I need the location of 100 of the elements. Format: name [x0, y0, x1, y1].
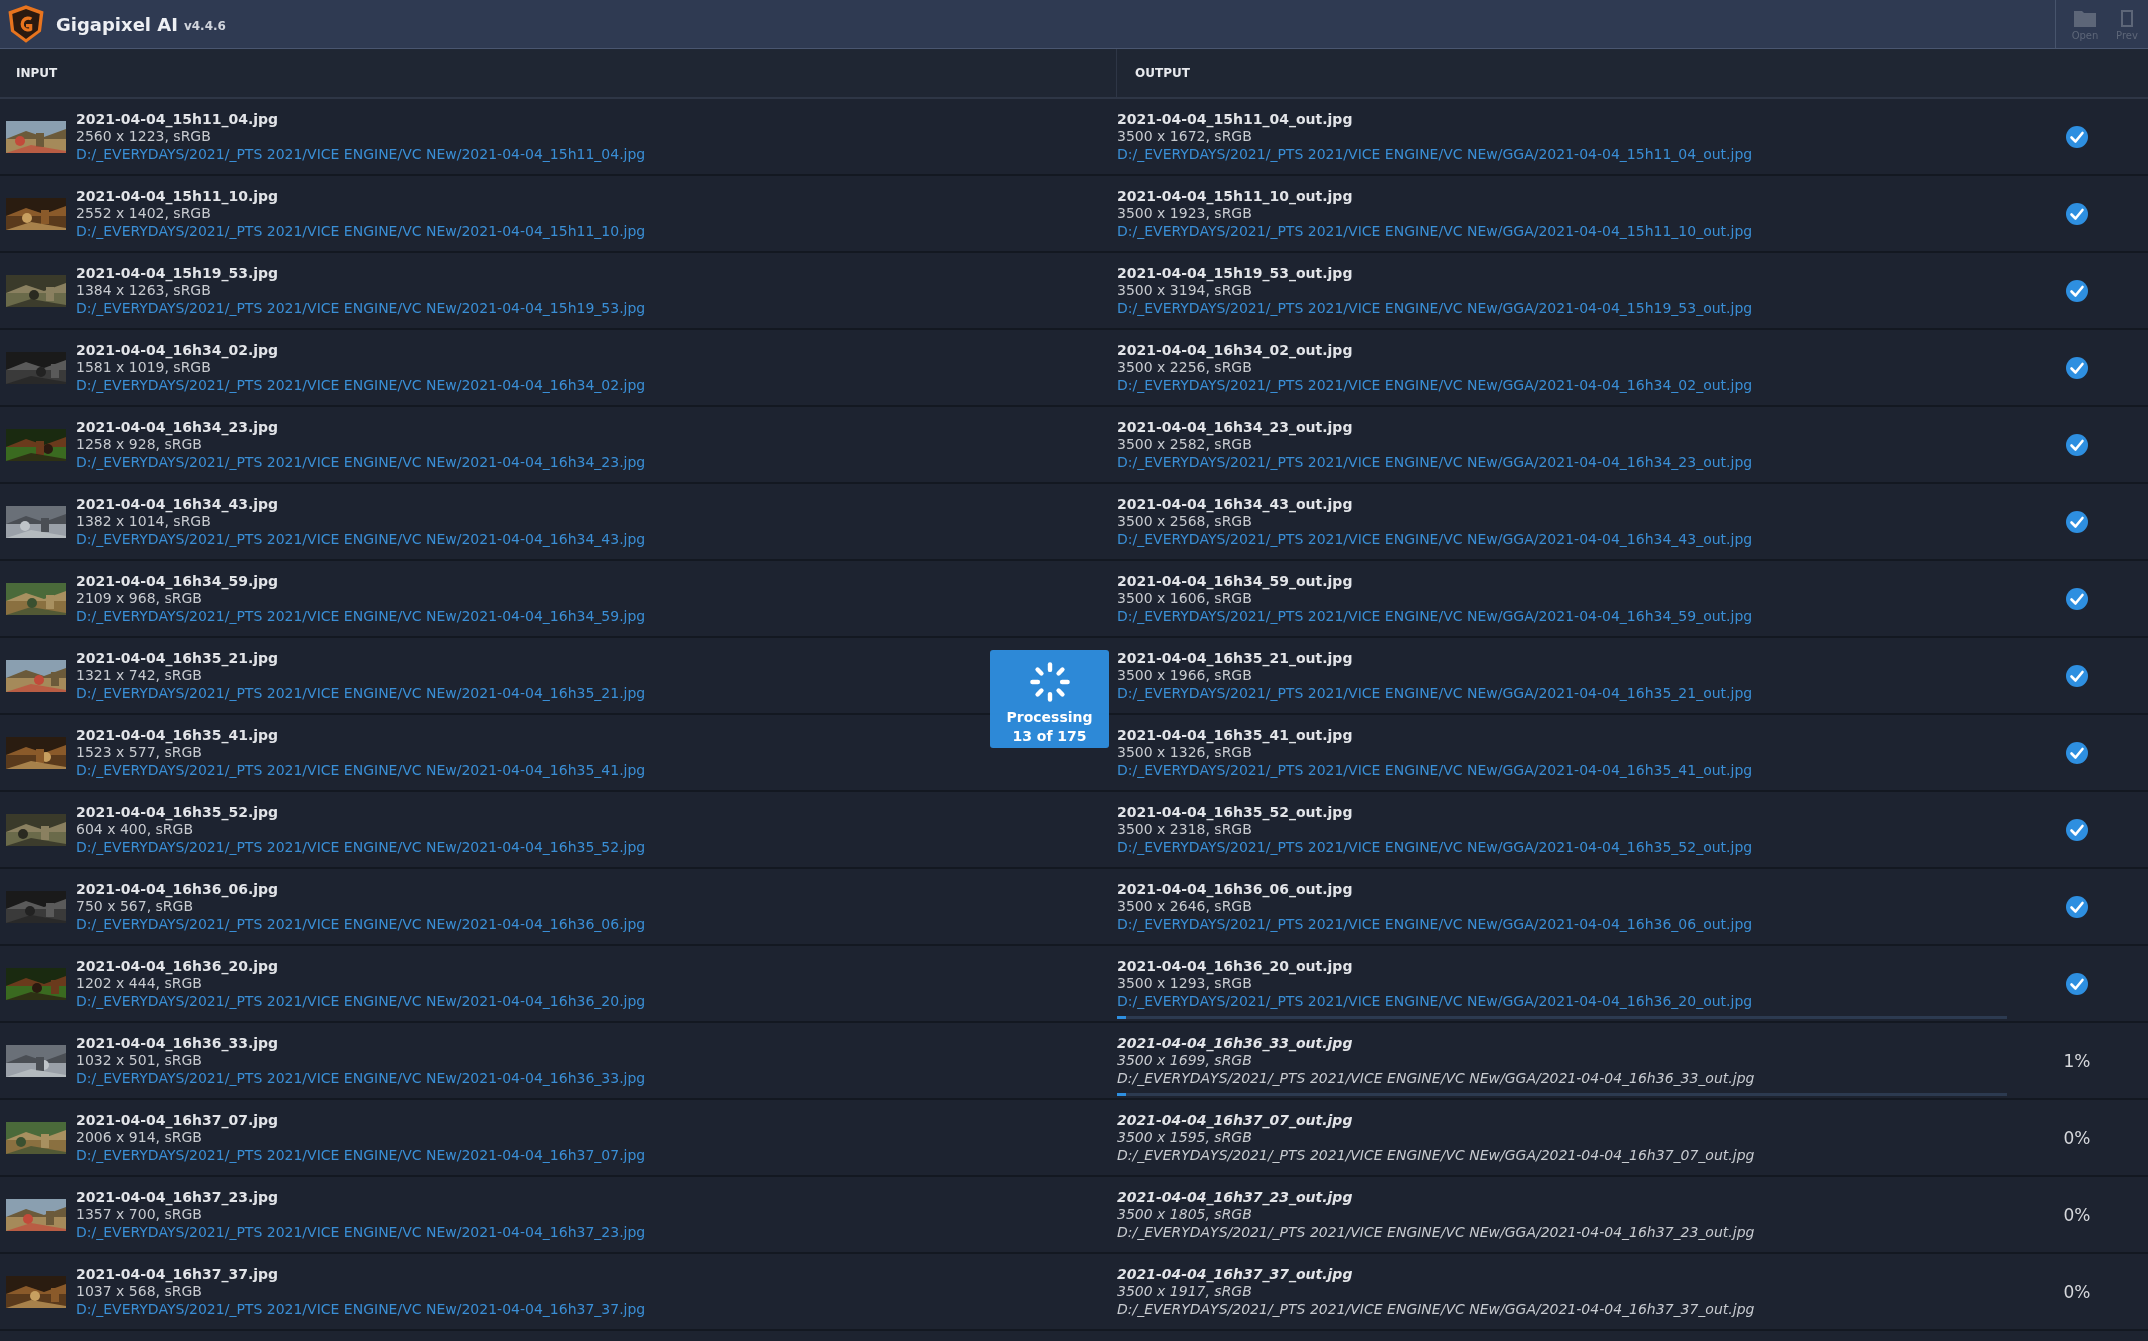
image-info: 2560 x 1223, sRGB	[76, 127, 211, 145]
file-name: 2021-04-04_16h34_23.jpg	[76, 418, 280, 436]
file-name: 2021-04-04_16h36_33.jpg	[76, 1034, 280, 1052]
image-info: 3500 x 2582, sRGB	[1117, 435, 1252, 453]
output-file-name: 2021-04-04_16h37_37_out.jpg	[1117, 1265, 1354, 1283]
image-info: 3500 x 2646, sRGB	[1117, 897, 1252, 915]
output-path-link[interactable]: D:/_EVERYDAYS/2021/_PTS 2021/VICE ENGINE/VC NEw/GGA/2021-04-04_15h11_04_out.jpg	[1117, 144, 2007, 163]
image-info: 750 x 567, sRGB	[76, 897, 193, 915]
image-info: 3500 x 2318, sRGB	[1117, 820, 1252, 838]
output-file-name: 2021-04-04_16h36_33_out.jpg	[1117, 1034, 1354, 1052]
image-info: 2006 x 914, sRGB	[76, 1128, 202, 1146]
output-path-link[interactable]: D:/_EVERYDAYS/2021/_PTS 2021/VICE ENGINE/VC NEw/GGA/2021-04-04_16h37_07_out.jpg	[1117, 1145, 2007, 1164]
output-file-name: 2021-04-04_15h19_53_out.jpg	[1117, 264, 1354, 282]
output-path-link[interactable]: D:/_EVERYDAYS/2021/_PTS 2021/VICE ENGINE/VC NEw/GGA/2021-04-04_16h35_21_out.jpg	[1117, 683, 2007, 702]
image-info: 3500 x 1606, sRGB	[1117, 589, 1252, 607]
file-path-link[interactable]: D:/_EVERYDAYS/2021/_PTS 2021/VICE ENGINE/VC NEw/2021-04-04_16h37_07.jpg	[76, 1145, 646, 1164]
progress-percent: 1%	[2063, 1050, 2091, 1071]
output-path-link[interactable]: D:/_EVERYDAYS/2021/_PTS 2021/VICE ENGINE/VC NEw/GGA/2021-04-04_16h34_43_out.jpg	[1117, 529, 2007, 548]
image-info: 1357 x 700, sRGB	[76, 1205, 202, 1223]
image-info: 1384 x 1263, sRGB	[76, 281, 211, 299]
file-path-link[interactable]: D:/_EVERYDAYS/2021/_PTS 2021/VICE ENGINE/VC NEw/2021-04-04_15h11_10.jpg	[76, 221, 646, 240]
file-name: 2021-04-04_16h35_41.jpg	[76, 726, 280, 744]
file-path-link[interactable]: D:/_EVERYDAYS/2021/_PTS 2021/VICE ENGINE/VC NEw/2021-04-04_15h11_04.jpg	[76, 144, 646, 163]
output-path-link[interactable]: D:/_EVERYDAYS/2021/_PTS 2021/VICE ENGINE/VC NEw/GGA/2021-04-04_16h35_52_out.jpg	[1117, 837, 2007, 856]
image-info: 1382 x 1014, sRGB	[76, 512, 211, 530]
file-path-link[interactable]: D:/_EVERYDAYS/2021/_PTS 2021/VICE ENGINE/VC NEw/2021-04-04_16h35_21.jpg	[76, 683, 646, 702]
file-name: 2021-04-04_16h34_02.jpg	[76, 341, 280, 359]
image-info: 3500 x 2256, sRGB	[1117, 358, 1252, 376]
image-info: 1037 x 568, sRGB	[76, 1282, 202, 1300]
output-path-link[interactable]: D:/_EVERYDAYS/2021/_PTS 2021/VICE ENGINE/VC NEw/GGA/2021-04-04_16h34_59_out.jpg	[1117, 606, 2007, 625]
output-path-link[interactable]: D:/_EVERYDAYS/2021/_PTS 2021/VICE ENGINE/VC NEw/GGA/2021-04-04_15h19_53_out.jpg	[1117, 298, 2007, 317]
output-path-link[interactable]: D:/_EVERYDAYS/2021/_PTS 2021/VICE ENGINE/VC NEw/GGA/2021-04-04_16h36_06_out.jpg	[1117, 914, 2007, 933]
image-info: 2109 x 968, sRGB	[76, 589, 202, 607]
file-name: 2021-04-04_16h37_07.jpg	[76, 1111, 280, 1129]
image-info: 1258 x 928, sRGB	[76, 435, 202, 453]
file-path-link[interactable]: D:/_EVERYDAYS/2021/_PTS 2021/VICE ENGINE/VC NEw/2021-04-04_16h35_52.jpg	[76, 837, 646, 856]
image-info: 1523 x 577, sRGB	[76, 743, 202, 761]
image-info: 3500 x 1595, sRGB	[1117, 1128, 1252, 1146]
output-file-name: 2021-04-04_16h36_20_out.jpg	[1117, 957, 1354, 975]
app-version: v4.4.6	[183, 19, 226, 33]
output-path-link[interactable]: D:/_EVERYDAYS/2021/_PTS 2021/VICE ENGINE/VC NEw/GGA/2021-04-04_16h37_37_out.jpg	[1117, 1299, 2007, 1318]
image-info: 604 x 400, sRGB	[76, 820, 193, 838]
output-path-link[interactable]: D:/_EVERYDAYS/2021/_PTS 2021/VICE ENGINE/VC NEw/GGA/2021-04-04_16h35_41_out.jpg	[1117, 760, 2007, 779]
output-path-link[interactable]: D:/_EVERYDAYS/2021/_PTS 2021/VICE ENGINE/VC NEw/GGA/2021-04-04_16h34_02_out.jpg	[1117, 375, 2007, 394]
output-path-link[interactable]: D:/_EVERYDAYS/2021/_PTS 2021/VICE ENGINE/VC NEw/GGA/2021-04-04_16h36_33_out.jpg	[1117, 1068, 2007, 1087]
image-info: 3500 x 1966, sRGB	[1117, 666, 1252, 684]
image-info: 3500 x 3194, sRGB	[1117, 281, 1252, 299]
progress-percent: 0%	[2063, 1204, 2091, 1225]
output-path-link[interactable]: D:/_EVERYDAYS/2021/_PTS 2021/VICE ENGINE/VC NEw/GGA/2021-04-04_16h37_23_out.jpg	[1117, 1222, 2007, 1241]
input-column-header: INPUT	[0, 49, 1117, 97]
output-path-link[interactable]: D:/_EVERYDAYS/2021/_PTS 2021/VICE ENGINE/VC NEw/GGA/2021-04-04_16h34_23_out.jpg	[1117, 452, 2007, 471]
output-file-name: 2021-04-04_15h11_04_out.jpg	[1117, 110, 1354, 128]
file-path-link[interactable]: D:/_EVERYDAYS/2021/_PTS 2021/VICE ENGINE/VC NEw/2021-04-04_16h34_43.jpg	[76, 529, 646, 548]
file-path-link[interactable]: D:/_EVERYDAYS/2021/_PTS 2021/VICE ENGINE/VC NEw/2021-04-04_16h35_41.jpg	[76, 760, 646, 779]
app-title: Gigapixel AI	[56, 13, 178, 35]
file-name: 2021-04-04_15h11_04.jpg	[76, 110, 280, 128]
output-file-name: 2021-04-04_16h35_21_out.jpg	[1117, 649, 1354, 667]
file-path-link[interactable]: D:/_EVERYDAYS/2021/_PTS 2021/VICE ENGINE/VC NEw/2021-04-04_16h36_20.jpg	[76, 991, 646, 1010]
file-name: 2021-04-04_16h36_06.jpg	[76, 880, 280, 898]
spinner-icon	[1027, 660, 1072, 704]
file-path-link[interactable]: D:/_EVERYDAYS/2021/_PTS 2021/VICE ENGINE/VC NEw/2021-04-04_16h37_37.jpg	[76, 1299, 646, 1318]
image-info: 3500 x 1293, sRGB	[1117, 974, 1252, 992]
output-file-name: 2021-04-04_15h11_10_out.jpg	[1117, 187, 1354, 205]
file-name: 2021-04-04_16h34_59.jpg	[76, 572, 280, 590]
file-name: 2021-04-04_16h37_23.jpg	[76, 1188, 280, 1206]
file-path-link[interactable]: D:/_EVERYDAYS/2021/_PTS 2021/VICE ENGINE/VC NEw/2021-04-04_16h34_59.jpg	[76, 606, 646, 625]
output-file-name: 2021-04-04_16h34_43_out.jpg	[1117, 495, 1354, 513]
output-file-name: 2021-04-04_16h34_23_out.jpg	[1117, 418, 1354, 436]
file-path-link[interactable]: D:/_EVERYDAYS/2021/_PTS 2021/VICE ENGINE/VC NEw/2021-04-04_16h37_23.jpg	[76, 1222, 646, 1241]
file-name: 2021-04-04_15h11_10.jpg	[76, 187, 280, 205]
image-info: 3500 x 1672, sRGB	[1117, 127, 1252, 145]
progress-percent: 0%	[2063, 1127, 2091, 1148]
image-info: 3500 x 1699, sRGB	[1117, 1051, 1252, 1069]
image-info: 2552 x 1402, sRGB	[76, 204, 211, 222]
file-name: 2021-04-04_16h37_37.jpg	[76, 1265, 280, 1283]
output-file-name: 2021-04-04_16h36_06_out.jpg	[1117, 880, 1354, 898]
progress-percent: 0%	[2063, 1281, 2091, 1302]
output-file-name: 2021-04-04_16h35_41_out.jpg	[1117, 726, 1354, 744]
output-file-name: 2021-04-04_16h37_23_out.jpg	[1117, 1188, 1354, 1206]
file-path-link[interactable]: D:/_EVERYDAYS/2021/_PTS 2021/VICE ENGINE/VC NEw/2021-04-04_16h34_23.jpg	[76, 452, 646, 471]
output-path-link[interactable]: D:/_EVERYDAYS/2021/_PTS 2021/VICE ENGINE/VC NEw/GGA/2021-04-04_16h36_20_out.jpg	[1117, 991, 2007, 1010]
file-path-link[interactable]: D:/_EVERYDAYS/2021/_PTS 2021/VICE ENGINE/VC NEw/2021-04-04_16h34_02.jpg	[76, 375, 646, 394]
file-path-link[interactable]: D:/_EVERYDAYS/2021/_PTS 2021/VICE ENGINE/VC NEw/2021-04-04_16h36_33.jpg	[76, 1068, 646, 1087]
image-info: 3500 x 1326, sRGB	[1117, 743, 1252, 761]
processing-label: Processing	[1006, 708, 1093, 727]
file-path-link[interactable]: D:/_EVERYDAYS/2021/_PTS 2021/VICE ENGINE/VC NEw/2021-04-04_16h36_06.jpg	[76, 914, 646, 933]
file-path-link[interactable]: D:/_EVERYDAYS/2021/_PTS 2021/VICE ENGINE/VC NEw/2021-04-04_15h19_53.jpg	[76, 298, 646, 317]
image-info: 1202 x 444, sRGB	[76, 974, 202, 992]
file-name: 2021-04-04_16h35_21.jpg	[76, 649, 280, 667]
image-info: 1321 x 742, sRGB	[76, 666, 202, 684]
output-file-name: 2021-04-04_16h34_02_out.jpg	[1117, 341, 1354, 359]
output-path-link[interactable]: D:/_EVERYDAYS/2021/_PTS 2021/VICE ENGINE/VC NEw/GGA/2021-04-04_15h11_10_out.jpg	[1117, 221, 2007, 240]
file-name: 2021-04-04_16h35_52.jpg	[76, 803, 280, 821]
output-file-name: 2021-04-04_16h35_52_out.jpg	[1117, 803, 1354, 821]
image-info: 3500 x 1805, sRGB	[1117, 1205, 1252, 1223]
file-name: 2021-04-04_15h19_53.jpg	[76, 264, 280, 282]
processing-count: 13 of 175	[1012, 727, 1087, 746]
image-info: 3500 x 1917, sRGB	[1117, 1282, 1252, 1300]
file-name: 2021-04-04_16h36_20.jpg	[76, 957, 280, 975]
output-column-header: OUTPUT	[1134, 65, 1191, 82]
